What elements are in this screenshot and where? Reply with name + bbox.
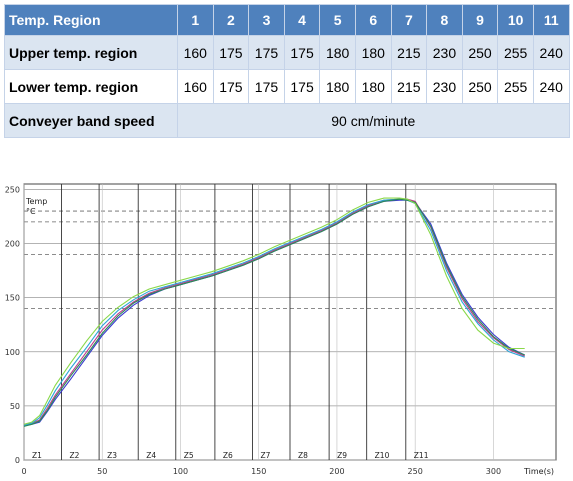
table-cell: 215: [390, 35, 428, 70]
y-axis-label: °C: [26, 207, 36, 216]
y-tick-label: 200: [5, 240, 20, 249]
region-header-11: 11: [532, 4, 570, 36]
x-tick-label: 150: [251, 467, 266, 476]
x-tick-label: 300: [486, 467, 501, 476]
zone-label: Z1: [32, 451, 42, 460]
region-header-9: 9: [461, 4, 499, 36]
table-cell: 240: [532, 69, 570, 104]
zone-label: Z2: [70, 451, 80, 460]
table-cell: 180: [354, 35, 392, 70]
table-cell: 175: [248, 35, 285, 70]
x-tick-label: 250: [408, 467, 423, 476]
table-cell: 175: [212, 35, 250, 70]
x-tick-label: 0: [21, 467, 26, 476]
table-cell: 175: [283, 35, 321, 70]
region-header-3: 3: [248, 4, 285, 36]
table-row-speed: Conveyer band speed 90 cm/minute: [4, 103, 570, 138]
table-cell: 230: [426, 35, 463, 70]
region-header-7: 7: [390, 4, 428, 36]
row-label: Lower temp. region: [4, 69, 178, 104]
table-cell: 250: [461, 69, 499, 104]
zone-label: Z5: [184, 451, 194, 460]
header-label: Temp. Region: [4, 4, 178, 36]
region-header-4: 4: [283, 4, 321, 36]
x-axis-label: Time(s): [523, 467, 554, 476]
zone-label: Z7: [260, 451, 270, 460]
region-header-2: 2: [212, 4, 250, 36]
zone-label: Z10: [375, 451, 390, 460]
table-cell: 175: [248, 69, 285, 104]
table-cell: 175: [212, 69, 250, 104]
y-tick-label: 50: [10, 402, 20, 411]
region-header-6: 6: [354, 4, 392, 36]
y-tick-label: 250: [5, 185, 20, 194]
zone-label: Z4: [146, 451, 156, 460]
table-cell: 255: [497, 69, 534, 104]
x-tick-label: 100: [173, 467, 188, 476]
table-cell: 180: [319, 69, 356, 104]
table-cell: 180: [319, 35, 356, 70]
region-header-10: 10: [497, 4, 534, 36]
speed-value: 90 cm/minute: [177, 103, 570, 138]
table-cell: 215: [390, 69, 428, 104]
table-cell: 160: [177, 35, 214, 70]
table-row-lower: Lower temp. region 160 175 175 175 180 180 215…: [4, 69, 570, 104]
zone-label: Z3: [107, 451, 117, 460]
y-tick-label: 0: [15, 456, 20, 465]
zone-label: Z8: [298, 451, 308, 460]
table-cell: 160: [177, 69, 214, 104]
table-cell: 250: [461, 35, 499, 70]
table-cell: 230: [426, 69, 463, 104]
table-cell: 240: [532, 35, 570, 70]
table-row-upper: Upper temp. region 160 175 175 175 180 180 215…: [4, 35, 570, 70]
region-header-8: 8: [426, 4, 463, 36]
region-header-5: 5: [319, 4, 356, 36]
x-tick-label: 50: [97, 467, 107, 476]
row-label: Upper temp. region: [4, 35, 178, 70]
speed-label: Conveyer band speed: [4, 103, 178, 138]
temperature-profile-chart: 0 50 100 150 200 250 0 50 100 150 200 250 300 Z1 Z2 Z3 Z…: [5, 183, 557, 476]
region-header-1: 1: [177, 4, 214, 36]
y-tick-label: 150: [5, 294, 20, 303]
table-cell: 180: [354, 69, 392, 104]
settings-table: Temp. Region 1 2 3 4 5 6 7 8 9 10 11 Upper temp. r…: [4, 4, 570, 138]
x-tick-label: 200: [329, 467, 344, 476]
table-header-row: Temp. Region 1 2 3 4 5 6 7 8 9 10 11: [4, 4, 570, 36]
zone-label: Z9: [337, 451, 347, 460]
y-axis-label: Temp: [25, 197, 47, 206]
zone-label: Z11: [414, 451, 429, 460]
table-cell: 175: [283, 69, 321, 104]
table-cell: 255: [497, 35, 534, 70]
zone-label: Z6: [223, 451, 233, 460]
y-tick-label: 100: [5, 348, 20, 357]
